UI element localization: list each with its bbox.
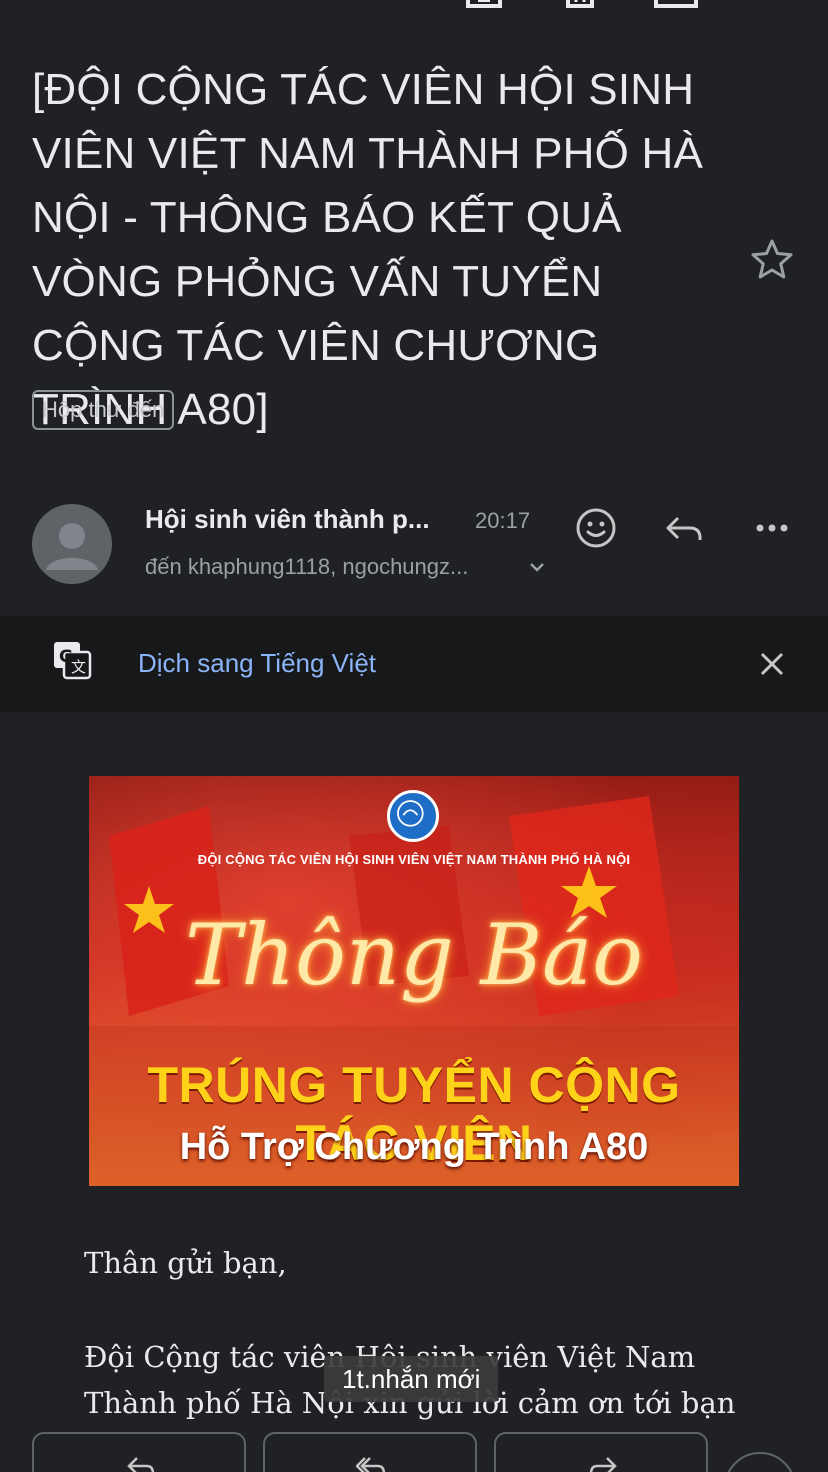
reply-icon: [127, 1457, 155, 1472]
banner-script-title: Thông Báo: [185, 906, 643, 1004]
close-icon[interactable]: [756, 648, 788, 680]
delete-icon[interactable]: [558, 0, 602, 10]
forward-icon: [589, 1457, 617, 1472]
chevron-down-icon[interactable]: [526, 556, 548, 578]
svg-text:文: 文: [71, 658, 86, 676]
email-time: 20:17: [475, 508, 531, 533]
new-messages-toast[interactable]: 1t.nhắn mới: [324, 1356, 499, 1402]
email-subject: [ĐỘI CỘNG TÁC VIÊN HỘI SINH VIÊN VIỆT NA…: [32, 65, 704, 434]
forward-button[interactable]: [494, 1432, 708, 1472]
back-arrow-icon[interactable]: [22, 0, 66, 10]
reply-icon[interactable]: [662, 506, 706, 550]
reply-all-icon: [356, 1457, 386, 1472]
email-greeting: Thân gửi bạn,: [84, 1246, 287, 1280]
more-options-icon[interactable]: [750, 506, 794, 550]
emoji-reaction-button[interactable]: [724, 1452, 796, 1472]
emoji-reaction-icon[interactable]: [574, 506, 618, 550]
announcement-banner-image[interactable]: ĐỘI CỘNG TÁC VIÊN HỘI SINH VIÊN VIỆT NAM…: [89, 776, 739, 1186]
reply-button[interactable]: [32, 1432, 246, 1472]
star-icon[interactable]: [748, 236, 796, 284]
banner-subheadline: Hỗ Trợ Chương Trình A80: [179, 1126, 649, 1168]
mark-unread-icon[interactable]: [654, 0, 698, 10]
translate-link[interactable]: Dịch sang Tiếng Việt: [138, 648, 376, 679]
translate-icon: G 文: [50, 638, 94, 682]
avatar[interactable]: [32, 504, 112, 584]
translate-bar: G 文 Dịch sang Tiếng Việt: [0, 616, 828, 712]
inbox-label-chip[interactable]: Hộp thư đến: [32, 390, 175, 430]
recipients[interactable]: đến khaphung1118, ngochungz...: [145, 554, 468, 580]
banner-org-name: ĐỘI CỘNG TÁC VIÊN HỘI SINH VIÊN VIỆT NAM…: [197, 852, 631, 867]
reply-all-button[interactable]: [263, 1432, 477, 1472]
sender-name[interactable]: Hội sinh viên thành p...: [145, 504, 430, 535]
archive-icon[interactable]: [462, 0, 506, 10]
organization-logo: [387, 790, 439, 842]
top-app-bar: [0, 0, 828, 14]
